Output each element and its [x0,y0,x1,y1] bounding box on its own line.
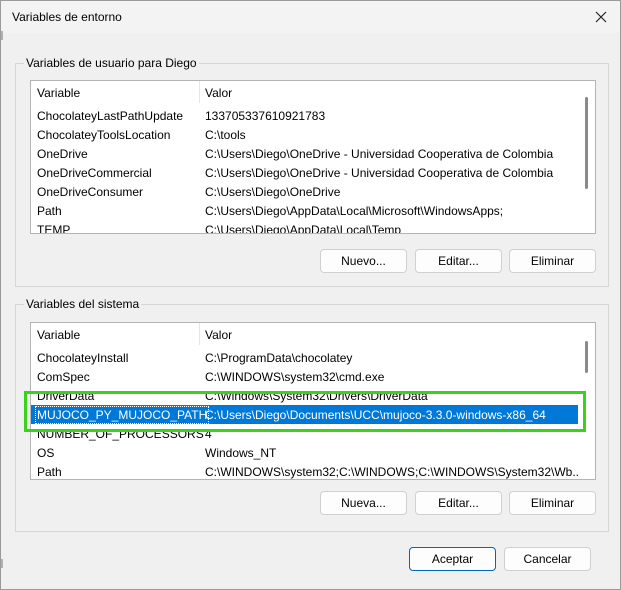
user-variables-label: Variables de usuario para Diego [24,56,199,70]
user-variables-list[interactable]: Variable Valor ChocolateyLastPathUpdate 1… [30,80,596,234]
list-row[interactable]: OS Windows_NT [31,443,578,462]
variable-value: C:\tools [205,128,246,142]
user-new-button[interactable]: Nuevo... [320,249,407,273]
scrollbar-thumb[interactable] [585,97,588,189]
variable-value: C:\Users\Diego\OneDrive - Universidad Co… [205,147,554,161]
cancel-button[interactable]: Cancelar [504,547,591,571]
list-row[interactable]: ChocolateyInstall C:\ProgramData\chocolat… [31,348,578,367]
list-row[interactable]: TEMP C:\Users\Diego\AppData\Local\Temp [31,220,578,234]
variable-value: Windows_NT [205,446,277,460]
header-variable[interactable]: Variable [37,86,80,100]
variable-name: OneDrive [37,147,88,161]
header-value[interactable]: Valor [205,328,232,342]
variable-value: C:\Users\Diego\AppData\Local\Temp [205,223,402,234]
variable-name: ComSpec [37,370,90,384]
list-row[interactable]: OneDriveCommercial C:\Users\Diego\OneDriv… [31,163,578,182]
header-variable[interactable]: Variable [37,328,80,342]
variable-name: ChocolateyToolsLocation [37,128,171,142]
system-delete-button[interactable]: Eliminar [509,491,596,515]
variable-name: OneDriveConsumer [37,185,144,199]
system-edit-button[interactable]: Editar... [415,491,502,515]
list-row[interactable]: OneDriveConsumer C:\Users\Diego\OneDrive [31,182,578,201]
variable-value: C:\WINDOWS\system32\cmd.exe [205,370,385,384]
list-row[interactable]: OneDrive C:\Users\Diego\OneDrive - Univer… [31,144,578,163]
list-row[interactable]: Path C:\Users\Diego\AppData\Local\Microso… [31,201,578,220]
list-header: Variable Valor [31,323,595,345]
variable-value: 133705337610921783 [205,109,326,123]
variable-value: C:\Users\Diego\OneDrive - Universidad Co… [205,166,554,180]
variable-name: ChocolateyInstall [37,351,129,365]
variable-value: C:\Users\Diego\AppData\Local\Microsoft\W… [205,204,504,218]
title-bar: Variables de entorno [1,1,620,33]
accept-button[interactable]: Aceptar [409,547,496,571]
variable-name: TEMP [37,223,71,234]
background-edge-mark [1,559,3,568]
variable-value: C:\WINDOWS\system32;C:\WINDOWS;C:\WINDOW… [205,465,583,479]
list-row[interactable]: ChocolateyToolsLocation C:\tools [31,125,578,144]
system-variables-label: Variables del sistema [24,297,142,311]
scrollbar-thumb[interactable] [585,341,588,373]
system-new-button[interactable]: Nueva... [320,491,407,515]
close-button[interactable] [588,5,614,29]
list-row[interactable]: ChocolateyLastPathUpdate 1337053376109217… [31,106,578,125]
environment-variables-dialog: Variables de entorno Variables de usuari… [0,0,621,590]
user-list-scrollbar[interactable] [578,81,595,233]
variable-name: Path [37,465,62,479]
variable-name: ChocolateyLastPathUpdate [37,109,184,123]
list-row[interactable]: Path C:\WINDOWS\system32;C:\WINDOWS;C:\WI… [31,462,582,479]
user-edit-button[interactable]: Editar... [415,249,502,273]
header-value[interactable]: Valor [205,86,232,100]
variable-value: C:\ProgramData\chocolatey [205,351,353,365]
variable-name: Path [37,204,62,218]
highlight-annotation-box [24,391,586,432]
header-divider [199,81,200,103]
list-header: Variable Valor [31,81,595,103]
variable-name: OneDriveCommercial [37,166,152,180]
window-title: Variables de entorno [12,10,122,24]
close-icon [595,11,607,23]
variable-name: OS [37,446,55,460]
background-edge-mark [1,31,3,40]
list-row[interactable]: ComSpec C:\WINDOWS\system32\cmd.exe [31,367,578,386]
variable-value: C:\Users\Diego\OneDrive [205,185,341,199]
user-delete-button[interactable]: Eliminar [509,249,596,273]
header-divider [199,323,200,345]
